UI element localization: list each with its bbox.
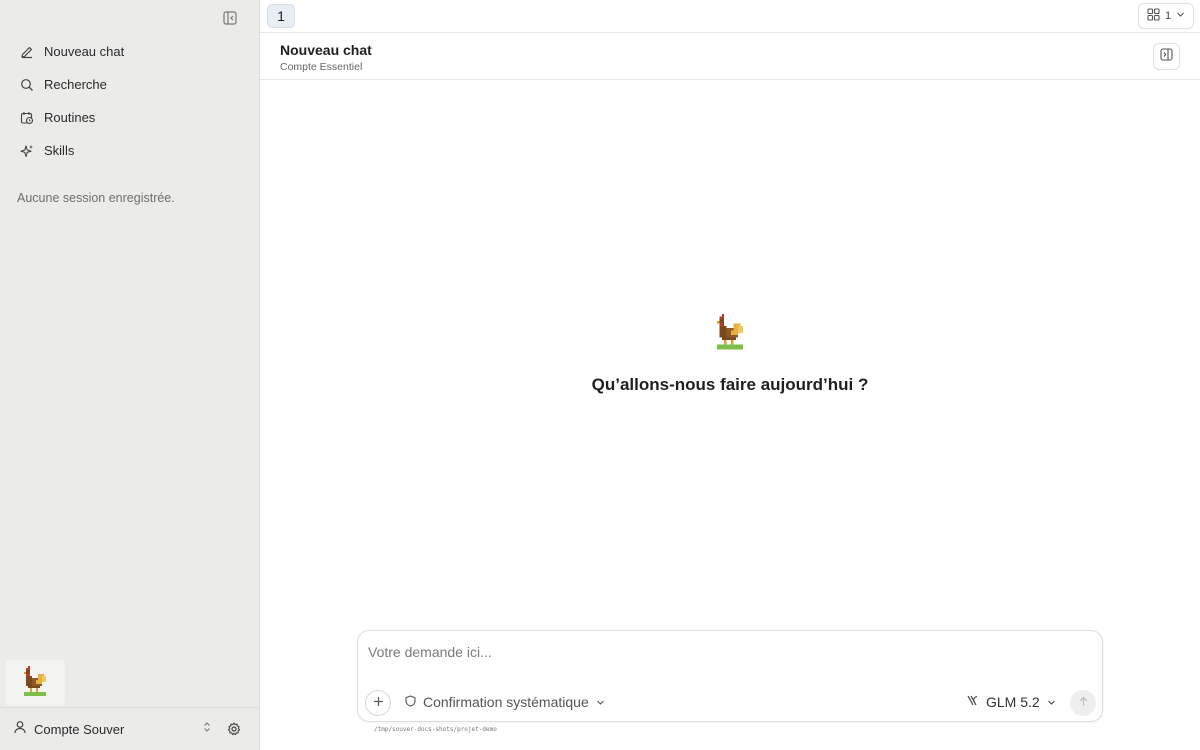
send-button[interactable] [1070, 690, 1096, 716]
confirmation-mode-label: Confirmation systématique [423, 694, 589, 710]
account-name: Compte Souver [34, 721, 125, 737]
side-panel-icon [1160, 47, 1173, 66]
confirmation-mode-select[interactable]: Confirmation systématique [405, 694, 605, 710]
arrow-up-icon [1078, 694, 1089, 712]
page-title: Nouveau chat [280, 42, 372, 58]
pencil-icon [19, 44, 35, 60]
mascot-rooster-icon [712, 314, 748, 359]
chevron-up-down-icon [202, 720, 212, 738]
sidebar-item-new-chat[interactable]: Nouveau chat [8, 35, 252, 68]
mascot-rooster-icon [5, 660, 65, 706]
sidebar-item-label: Routines [44, 110, 96, 125]
plus-icon [373, 694, 384, 712]
gear-icon[interactable] [224, 719, 244, 739]
sidebar-footer: Compte Souver [0, 707, 260, 750]
message-composer: Confirmation systématique GLM 5.2 [357, 630, 1103, 722]
page-subtitle: Compte Essentiel [280, 61, 363, 73]
chevron-down-icon [596, 694, 605, 710]
layout-grid-button[interactable]: 1 [1138, 3, 1194, 29]
workspace-tab[interactable]: 1 [267, 4, 295, 28]
prompt-input[interactable] [368, 641, 1088, 663]
sparkle-icon [19, 143, 35, 159]
sidebar-item-skills[interactable]: Skills [8, 134, 252, 167]
sidebar: Nouveau chat Recherche Routines Skills A… [0, 0, 260, 750]
top-bar: 1 1 [260, 0, 1200, 33]
sidebar-item-label: Nouveau chat [44, 44, 125, 59]
empty-sessions-text: Aucune session enregistrée. [17, 191, 175, 205]
chevron-down-icon [1047, 694, 1056, 710]
account-switcher[interactable]: Compte Souver [13, 708, 224, 750]
app-window: Nouveau chat Recherche Routines Skills A… [0, 0, 1200, 750]
sidebar-nav: Nouveau chat Recherche Routines Skills [8, 35, 252, 167]
collapse-sidebar-icon[interactable] [221, 9, 239, 27]
grid-icon [1147, 8, 1160, 24]
sidebar-item-routines[interactable]: Routines [8, 101, 252, 134]
model-label: GLM 5.2 [986, 694, 1040, 710]
model-logo-icon [966, 694, 979, 710]
user-icon [13, 720, 27, 739]
grid-count: 1 [1164, 10, 1172, 22]
search-icon [19, 77, 35, 93]
working-directory-path: /tmp/souver-docs-shots/projet-demo [374, 726, 497, 733]
welcome-greeting: Qu’allons-nous faire aujourd’hui ? [591, 375, 869, 394]
sidebar-item-search[interactable]: Recherche [8, 68, 252, 101]
chevron-down-icon [1176, 10, 1185, 22]
sidebar-item-label: Recherche [44, 77, 107, 92]
add-attachment-button[interactable] [365, 690, 391, 716]
toggle-right-panel-button[interactable] [1153, 43, 1180, 70]
chat-header: Nouveau chat Compte Essentiel [260, 33, 1200, 80]
model-select[interactable]: GLM 5.2 [966, 694, 1056, 710]
calendar-clock-icon [19, 110, 35, 126]
shield-icon [405, 694, 416, 710]
sidebar-item-label: Skills [44, 143, 75, 158]
